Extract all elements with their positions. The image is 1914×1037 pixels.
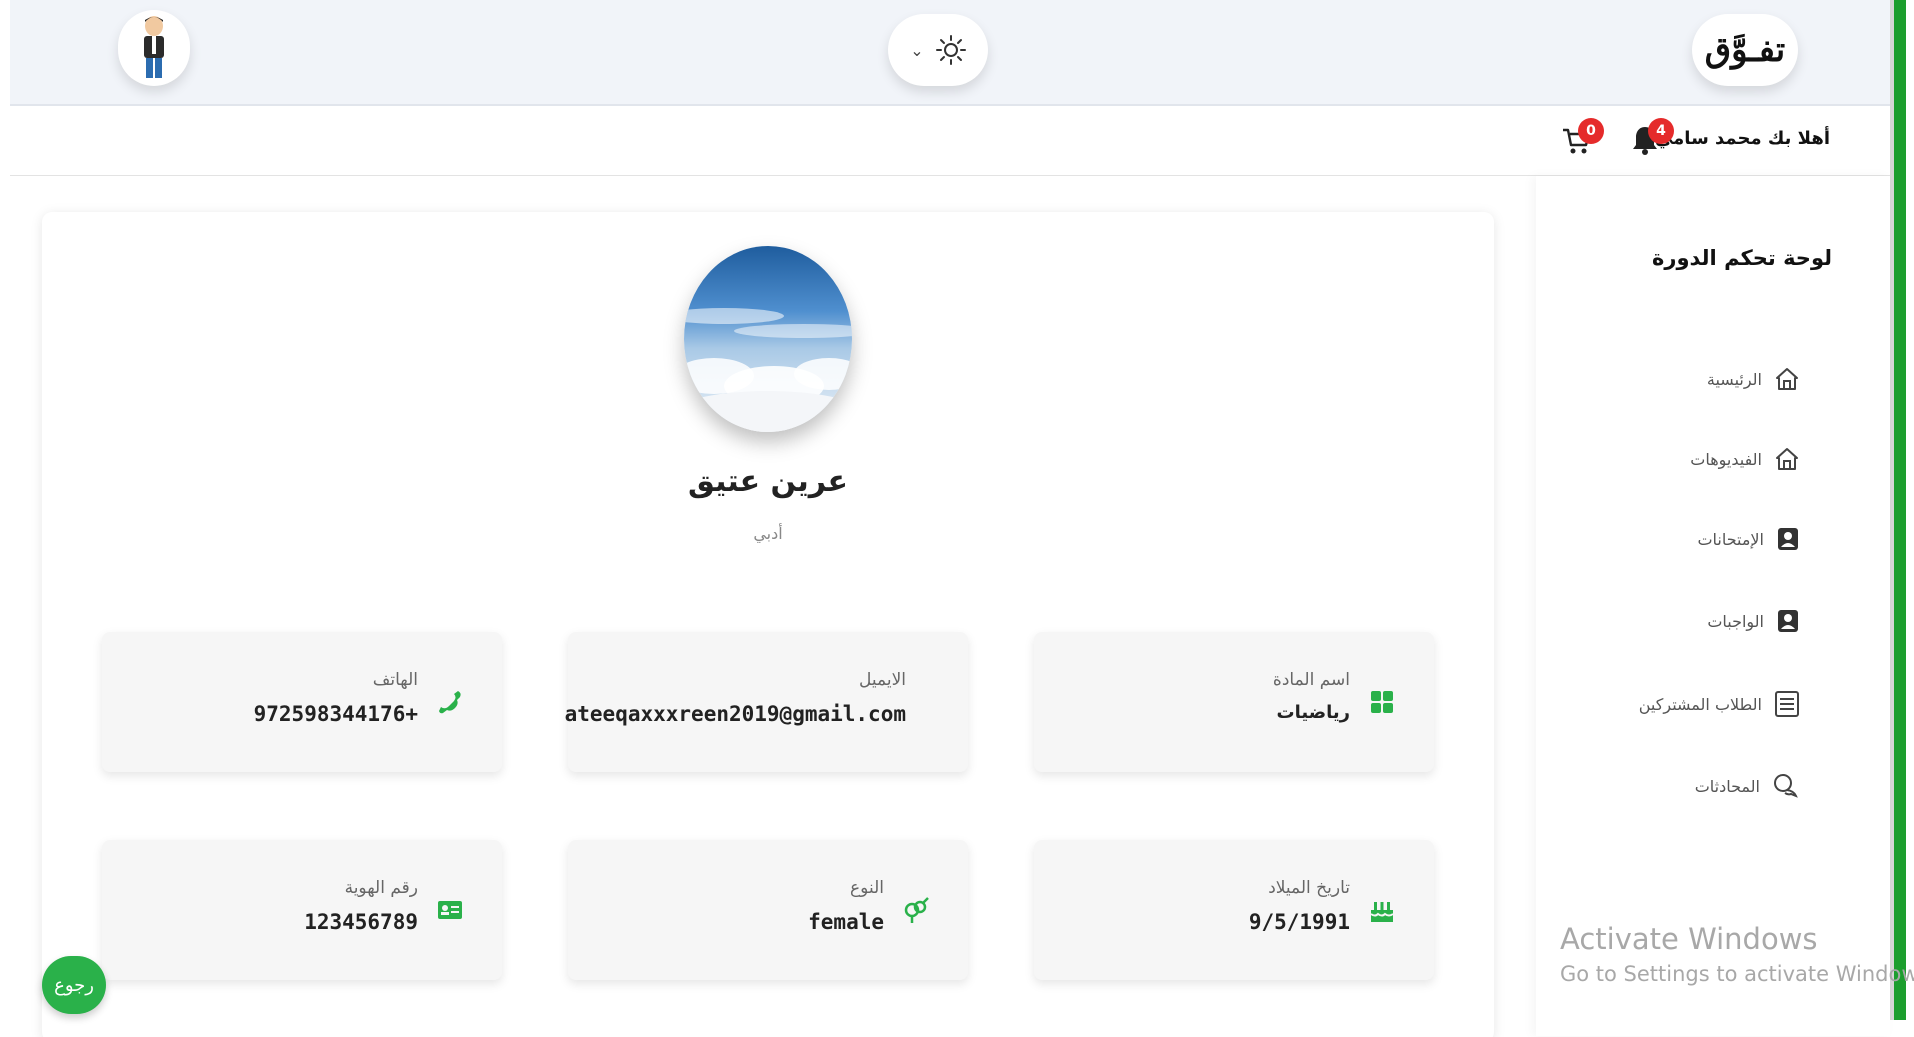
watermark-title: Activate Windows [1560,922,1818,956]
person-badge-icon [1778,610,1798,632]
chevron-down-icon: ⌄ [910,40,924,60]
phone-label: الهاتف [372,670,418,690]
sidebar-title: لوحة تحكم الدورة [1652,246,1832,270]
theme-toggle[interactable]: ⌄ [888,14,988,86]
sidebar-item-exams[interactable]: الإمتحانات [1697,526,1800,552]
email-value: ateeqaxxxreen2019@gmail.com [564,702,906,726]
top-header: ⌄ تفـوَّق [10,0,1890,106]
gender-value: female [808,910,884,934]
id-card-icon [438,901,462,919]
cart-button[interactable]: 0 [1560,118,1604,160]
welcome-text: أهلا بك محمد سامي [1654,128,1830,149]
birthdate-value: 9/5/1991 [1248,910,1350,934]
person-badge-icon [1778,528,1798,550]
app-logo[interactable]: تفـوَّق [1692,14,1798,86]
subject-card: اسم المادة رياضيات [1034,632,1434,772]
student-profile-card: عرين عتيق أدبي اسم المادة رياضيات الايمي… [42,212,1494,1037]
chat-icon [1774,774,1798,798]
watermark-subtitle: Go to Settings to activate Windows. [1560,962,1914,986]
student-track: أدبي [753,524,783,543]
subject-value: رياضيات [1276,702,1350,723]
profile-photo [684,246,852,432]
cart-badge: 0 [1578,118,1604,144]
notification-badge: 4 [1648,118,1674,144]
student-name: عرين عتيق [688,464,848,499]
sidebar-item-videos[interactable]: الفيديوهات [1690,446,1800,472]
home-icon [1776,368,1798,390]
email-card: الايميل ateeqaxxxreen2019@gmail.com [564,632,968,772]
sidebar-item-label: الطلاب المشتركين [1638,694,1762,714]
id-value: 123456789 [304,910,418,934]
grid-icon [1371,691,1393,713]
email-label: الايميل [859,670,906,690]
subject-label: اسم المادة [1272,670,1350,690]
list-icon [1775,691,1799,717]
gender-label: النوع [850,878,884,898]
sidebar-item-label: الفيديوهات [1690,449,1762,469]
id-label: رقم الهوية [344,878,418,898]
sidebar-item-assignments[interactable]: الواجبات [1707,608,1800,634]
birthdate-label: تاريخ الميلاد [1268,878,1350,898]
home-icon [1776,448,1798,470]
activation-watermark: Activate Windows Go to Settings to activ… [1560,922,1914,986]
phone-icon [439,691,461,714]
phone-card: الهاتف 972598344176+ [102,632,502,772]
sun-icon [935,35,966,65]
user-bar: أهلا بك محمد سامي 4 0 [10,108,1890,176]
gender-card: النوع female [568,840,968,980]
sidebar-item-label: المحادثات [1694,776,1760,796]
sidebar-item-chats[interactable]: المحادثات [1695,772,1800,800]
birthdate-card: تاريخ الميلاد 9/5/1991 [1034,840,1434,980]
notifications-button[interactable]: 4 [1630,118,1674,160]
avatar-icon [144,16,164,78]
sidebar-item-label: الإمتحانات [1697,529,1764,549]
sidebar-item-label: الرئيسية [1706,369,1762,389]
window-accent-edge [1894,0,1906,1020]
cake-icon [1370,902,1394,922]
phone-value: 972598344176+ [253,702,418,726]
sidebar-item-students[interactable]: الطلاب المشتركين [1639,690,1800,718]
id-card: رقم الهوية 123456789 [102,840,502,980]
back-button[interactable]: رجوع [42,956,106,1014]
user-avatar-button[interactable] [118,10,190,86]
sidebar-item-home[interactable]: الرئيسية [1707,366,1800,392]
gender-icon [904,897,929,923]
sidebar-item-label: الواجبات [1707,611,1764,631]
sidebar: لوحة تحكم الدورة الرئيسية الفيديوهات الإ… [1536,176,1890,1036]
